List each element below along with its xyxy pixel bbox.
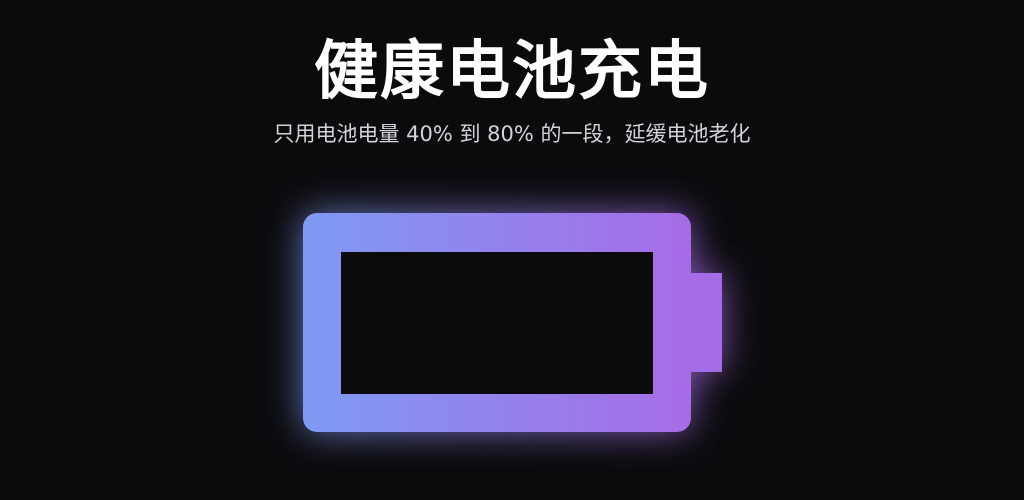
battery-icon [303,213,722,432]
battery-inner [341,252,653,394]
promo-banner: 健康电池充电 只用电池电量 40% 到 80% 的一段，延缓电池老化 [0,0,1024,500]
battery-terminal [688,273,722,372]
